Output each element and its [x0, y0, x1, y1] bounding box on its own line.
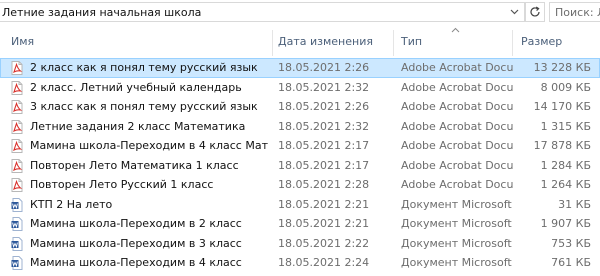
column-divider[interactable] — [512, 30, 513, 56]
file-name: 3 класс как я понял тему русский язык — [30, 100, 258, 113]
file-type: Adobe Acrobat Docu... — [401, 178, 513, 191]
file-row[interactable]: КТП 2 На лето 18.05.2021 2:21 Документ Mic… — [0, 195, 600, 215]
file-row[interactable]: Мамина школа-Переходим в 4 класс Мат Рус… — [0, 136, 600, 156]
word-file-icon — [11, 256, 23, 270]
file-date-modified: 18.05.2021 2:26 — [278, 100, 370, 113]
file-type: Документ Microsoft ... — [401, 217, 513, 230]
file-date-modified: 18.05.2021 2:17 — [278, 158, 370, 172]
file-row[interactable]: 3 класс как я понял тему русский язык 18.… — [0, 97, 600, 117]
chevron-down-icon[interactable] — [506, 5, 522, 19]
file-type: Adobe Acrobat Docu... — [401, 80, 513, 94]
file-date-modified: 18.05.2021 2:22 — [278, 236, 370, 250]
file-name: Мамина школа-Переходим в 2 класс — [30, 217, 242, 230]
file-size: 1 284 КБ — [540, 158, 591, 172]
file-date-modified: 18.05.2021 2:28 — [278, 178, 370, 191]
file-type: Adobe Acrobat Docu... — [401, 139, 513, 152]
file-size: 31 КБ — [558, 197, 591, 211]
file-list: 2 класс как я понял тему русский язык 18.… — [0, 58, 600, 273]
file-row[interactable]: Мамина школа-Переходим в 2 класс 18.05.20… — [0, 214, 600, 234]
file-date-modified: 18.05.2021 2:24 — [278, 256, 370, 269]
file-size: 753 КБ — [551, 236, 591, 250]
file-row[interactable]: Повторен Лето Русский 1 класс 18.05.2021 … — [0, 175, 600, 195]
column-header-name[interactable]: Имя — [11, 26, 34, 58]
file-date-modified: 18.05.2021 2:26 — [278, 61, 370, 74]
column-divider[interactable] — [272, 30, 273, 56]
word-file-icon — [11, 197, 23, 212]
file-type: Adobe Acrobat Docu... — [401, 158, 513, 172]
file-name: Мамина школа-Переходим в 4 класс — [30, 256, 242, 269]
file-row[interactable]: Летние задания 2 класс Математика 18.05.2… — [0, 117, 600, 137]
file-name: 2 класс как я понял тему русский язык — [30, 61, 258, 74]
word-file-icon — [11, 236, 23, 251]
file-type: Adobe Acrobat Docu... — [401, 61, 513, 74]
file-date-modified: 18.05.2021 2:21 — [278, 217, 370, 230]
column-header-size[interactable]: Размер — [521, 26, 562, 58]
file-row[interactable]: Повторен Лето Математика 1 класс 18.05.20… — [0, 156, 600, 176]
file-size: 1 264 КБ — [540, 178, 591, 191]
file-row[interactable]: 2 класс как я понял тему русский язык 18.… — [0, 58, 600, 78]
file-name: КТП 2 На лето — [30, 197, 113, 211]
refresh-icon — [530, 6, 540, 17]
file-row[interactable]: Мамина школа-Переходим в 4 класс 18.05.20… — [0, 253, 600, 273]
file-size: 8 009 КБ — [540, 80, 591, 94]
file-size: 14 170 КБ — [533, 100, 591, 113]
address-bar: Летние задания начальная школа — [0, 0, 600, 26]
file-type: Документ Microsoft ... — [401, 197, 513, 211]
file-name: Летние задания 2 класс Математика — [30, 119, 246, 133]
pdf-file-icon — [11, 178, 23, 192]
file-row[interactable]: Мамина школа-Переходим в 3 класс 18.05.20… — [0, 234, 600, 254]
word-file-icon — [11, 217, 23, 231]
pdf-file-icon — [11, 100, 23, 114]
file-name: 2 класс. Летний учебный календарь — [30, 80, 242, 94]
address-box[interactable]: Летние задания начальная школа — [0, 2, 525, 22]
pdf-file-icon — [11, 80, 23, 95]
file-size: 13 228 КБ — [533, 61, 591, 74]
file-date-modified: 18.05.2021 2:32 — [278, 80, 370, 94]
pdf-file-icon — [11, 158, 23, 173]
column-header-row: Имя Дата изменения Тип Размер — [0, 26, 600, 58]
refresh-button[interactable] — [525, 2, 545, 22]
sort-ascending-icon — [451, 26, 460, 36]
column-header-date[interactable]: Дата изменения — [278, 26, 373, 58]
file-size: 1 315 КБ — [540, 119, 591, 133]
column-header-type[interactable]: Тип — [401, 26, 422, 58]
file-date-modified: 18.05.2021 2:17 — [278, 139, 370, 152]
file-size: 1 907 КБ — [540, 217, 591, 230]
file-type: Документ Microsoft ... — [401, 256, 513, 269]
pdf-file-icon — [11, 119, 23, 134]
search-input[interactable] — [550, 3, 600, 19]
file-type: Adobe Acrobat Docu... — [401, 100, 513, 113]
file-name: Повторен Лето Русский 1 класс — [30, 178, 214, 191]
file-name: Повторен Лето Математика 1 класс — [30, 158, 239, 172]
file-size: 17 878 КБ — [533, 139, 591, 152]
file-name: Мамина школа-Переходим в 3 класс — [30, 236, 242, 250]
pdf-file-icon — [11, 61, 23, 75]
file-type: Документ Microsoft ... — [401, 236, 513, 250]
file-date-modified: 18.05.2021 2:21 — [278, 197, 370, 211]
file-type: Adobe Acrobat Docu... — [401, 119, 513, 133]
file-size: 761 КБ — [551, 256, 591, 269]
file-name: Мамина школа-Переходим в 4 класс Мат Рус… — [30, 139, 270, 152]
address-path[interactable]: Летние задания начальная школа — [2, 6, 201, 19]
file-row[interactable]: 2 класс. Летний учебный календарь 18.05.2… — [0, 78, 600, 98]
file-date-modified: 18.05.2021 2:32 — [278, 119, 370, 133]
search-box[interactable] — [549, 2, 600, 22]
pdf-file-icon — [11, 139, 23, 153]
column-divider[interactable] — [393, 30, 394, 56]
